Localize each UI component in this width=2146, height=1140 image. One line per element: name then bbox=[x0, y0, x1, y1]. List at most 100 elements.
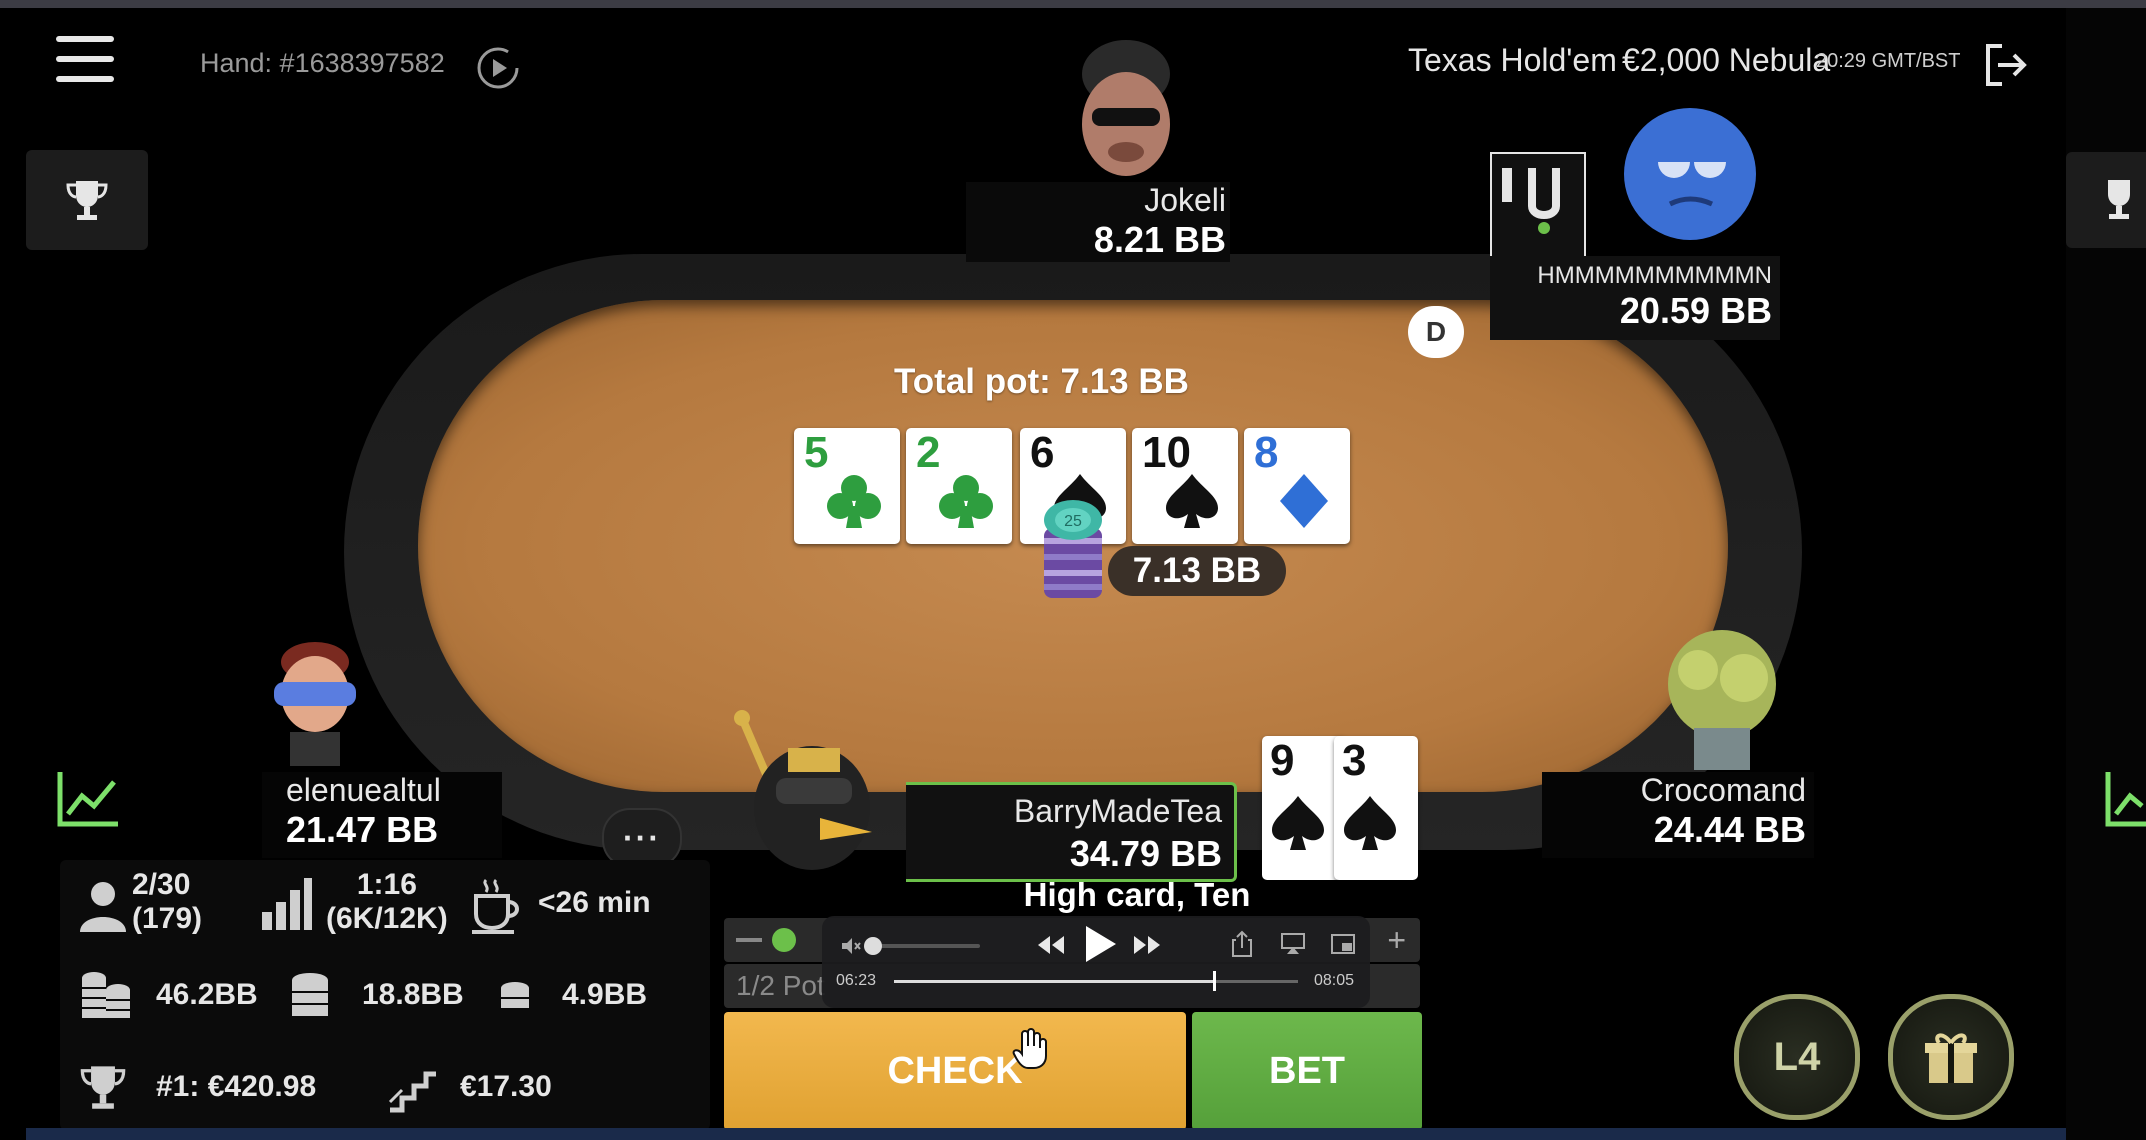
pot-amount-badge: 7.13 BB bbox=[1108, 546, 1286, 596]
hand-description: High card, Ten bbox=[1023, 876, 1251, 913]
player-name: elenuealtul bbox=[286, 772, 441, 808]
trophy-icon[interactable] bbox=[2066, 152, 2146, 248]
poker-table-window: Hand: #1638397582 Texas Hold'em €2,000 N… bbox=[26, 8, 2066, 1132]
chart-icon[interactable] bbox=[54, 768, 124, 835]
player-name: Crocomand bbox=[1640, 772, 1806, 808]
cursor-hand-icon bbox=[1012, 1028, 1048, 1075]
player-seat-left[interactable]: elenuealtul 21.47 BB bbox=[262, 772, 502, 858]
trophy-icon bbox=[66, 181, 108, 220]
card-rank: 5 bbox=[804, 428, 829, 477]
share-icon[interactable] bbox=[1230, 930, 1254, 963]
hand-number: Hand: #1638397582 bbox=[200, 48, 445, 78]
pip-icon[interactable] bbox=[1330, 932, 1356, 961]
board-card: 5 bbox=[794, 428, 900, 544]
spade-icon bbox=[1270, 794, 1326, 852]
avatar[interactable] bbox=[702, 708, 902, 872]
player-seat-top-right[interactable]: HMMMMMMMMMMN 20.59 BB bbox=[1490, 256, 1780, 340]
large-stack-icon bbox=[76, 966, 136, 1027]
board-card: 2 bbox=[906, 428, 1012, 544]
card-rank: 8 bbox=[1254, 428, 1279, 477]
mute-icon[interactable] bbox=[838, 934, 862, 963]
chip-denomination: 25 bbox=[1064, 513, 1082, 530]
small-stack-icon bbox=[498, 980, 532, 1019]
pot-amount: 7.13 BB bbox=[1132, 551, 1262, 590]
trophy-icon bbox=[78, 1062, 128, 1117]
card-rank: 9 bbox=[1270, 736, 1295, 785]
slider-plus[interactable]: + bbox=[1387, 924, 1406, 956]
blinds-info: 1:16 (6K/12K) bbox=[326, 868, 448, 935]
spade-icon bbox=[1342, 794, 1398, 852]
break-timer: <26 min bbox=[538, 886, 651, 919]
gift-icon bbox=[1925, 1033, 1977, 1083]
player-stack: 21.47 BB bbox=[286, 809, 439, 850]
player-seat-right[interactable]: Crocomand 24.44 BB bbox=[1542, 772, 1814, 858]
card-rank: 2 bbox=[916, 428, 941, 477]
hole-card: 3 bbox=[1334, 736, 1418, 880]
pot-chips: 25 bbox=[1038, 498, 1108, 607]
rewind-icon[interactable] bbox=[1036, 930, 1066, 965]
avatar[interactable] bbox=[1072, 34, 1180, 184]
video-player-overlay: 06:23 08:05 bbox=[822, 916, 1370, 1008]
avatar[interactable] bbox=[1620, 104, 1760, 246]
elapsed-time: 06:23 bbox=[836, 972, 877, 989]
slider-minus[interactable] bbox=[736, 938, 762, 942]
slider-thumb[interactable] bbox=[772, 928, 796, 952]
player-stack: 34.79 BB bbox=[1069, 833, 1222, 874]
blinds-level-icon bbox=[258, 876, 314, 937]
game-type: Texas Hold'em bbox=[1408, 42, 1617, 78]
average-stack: 18.8BB bbox=[362, 978, 464, 1011]
preset-half-pot[interactable]: 1/2 Pot bbox=[736, 970, 825, 1002]
video-progress-thumb[interactable] bbox=[1213, 971, 1217, 991]
player-name: Jokeli bbox=[1144, 182, 1226, 218]
coffee-cup-icon bbox=[466, 874, 526, 939]
video-progress-bar[interactable] bbox=[894, 971, 1298, 991]
first-prize: #1: €420.98 bbox=[156, 1070, 317, 1103]
player-name: HMMMMMMMMMMN bbox=[1537, 262, 1772, 289]
player-seat-top[interactable]: Jokeli 8.21 BB bbox=[966, 182, 1230, 262]
bottom-edge bbox=[26, 1128, 2066, 1140]
check-button[interactable]: CHECK bbox=[724, 1012, 1186, 1130]
board-card: 8 bbox=[1244, 428, 1350, 544]
avg-stack-icon bbox=[288, 970, 332, 1027]
club-icon bbox=[826, 472, 882, 530]
trophy-button[interactable] bbox=[26, 150, 148, 250]
board-card: 10 bbox=[1132, 428, 1238, 544]
replay-icon[interactable] bbox=[474, 44, 522, 97]
player-stack: 24.44 BB bbox=[1653, 809, 1806, 850]
volume-slider[interactable] bbox=[864, 937, 980, 955]
play-icon[interactable] bbox=[1080, 922, 1120, 971]
card-rank: 3 bbox=[1342, 736, 1367, 785]
clock: 20:29 GMT/BST bbox=[1816, 50, 1961, 72]
avatar[interactable] bbox=[260, 632, 370, 766]
player-stack: 8.21 BB bbox=[1093, 219, 1226, 260]
avatar[interactable] bbox=[1648, 628, 1796, 772]
players-remaining: 2/30 (179) bbox=[132, 868, 203, 935]
player-stack: 20.59 BB bbox=[1619, 290, 1772, 331]
card-rank: 6 bbox=[1030, 428, 1055, 477]
smallest-stack: 4.9BB bbox=[562, 978, 648, 1011]
next-table-panel[interactable] bbox=[2066, 8, 2146, 1140]
cards-back-icon bbox=[1490, 152, 1586, 260]
fast-forward-icon[interactable] bbox=[1132, 930, 1162, 965]
dealer-button: D bbox=[1408, 306, 1464, 358]
players-icon bbox=[74, 878, 132, 939]
menu-icon[interactable] bbox=[56, 36, 114, 96]
hero-seat[interactable]: BarryMadeTea 34.79 BB bbox=[906, 782, 1237, 882]
bet-button[interactable]: BET bbox=[1192, 1012, 1422, 1130]
table-stake: €2,000 Nebula bbox=[1622, 42, 1831, 78]
airplay-icon[interactable] bbox=[1280, 932, 1306, 961]
club-icon bbox=[938, 472, 994, 530]
exit-icon[interactable] bbox=[1980, 40, 2030, 95]
duration: 08:05 bbox=[1313, 972, 1354, 989]
more-options-button[interactable]: ··· bbox=[602, 808, 682, 868]
spade-icon bbox=[1164, 472, 1220, 530]
largest-stack: 46.2BB bbox=[156, 978, 258, 1011]
total-pot: Total pot: 7.13 BB bbox=[894, 362, 1189, 401]
chart-icon[interactable] bbox=[2102, 768, 2146, 835]
rewards-button[interactable] bbox=[1888, 994, 2014, 1120]
next-payout: €17.30 bbox=[460, 1070, 552, 1103]
top-frame bbox=[0, 0, 2146, 8]
diamond-icon bbox=[1276, 472, 1332, 530]
payout-step-icon bbox=[386, 1066, 438, 1119]
level-badge[interactable]: L4 bbox=[1734, 994, 1860, 1120]
